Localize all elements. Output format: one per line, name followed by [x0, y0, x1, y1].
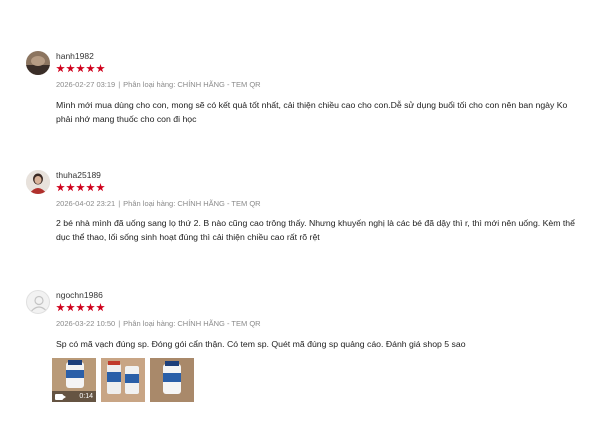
star-rating — [56, 183, 105, 192]
star-icon — [66, 303, 75, 312]
review-date: 2026-03-22 10:50 — [56, 319, 116, 328]
star-icon — [66, 183, 75, 192]
review-meta: 2026-02-27 03:19 | Phân loại hàng: CHÍNH H… — [56, 80, 261, 89]
star-rating — [56, 303, 105, 312]
avatar[interactable] — [26, 51, 50, 75]
review-media: 0:14 — [52, 358, 194, 402]
review-photo-thumbnail[interactable] — [150, 358, 194, 402]
variation-label: Phân loại hàng: CHÍNH HÃNG - TEM QR — [123, 80, 261, 89]
username[interactable]: hanh1982 — [56, 51, 94, 61]
review-video-thumbnail[interactable]: 0:14 — [52, 358, 96, 402]
review-date: 2026-02-27 03:19 — [56, 80, 116, 89]
star-icon — [66, 64, 75, 73]
username[interactable]: thuha25189 — [56, 170, 101, 180]
star-icon — [96, 303, 105, 312]
review-meta: 2026-04-02 23:21 | Phân loại hàng: CHÍNH H… — [56, 199, 261, 208]
star-icon — [56, 303, 65, 312]
review-content: Mình mới mua dùng cho con, mong sẽ có kế… — [56, 100, 568, 124]
default-avatar-icon[interactable] — [26, 290, 50, 314]
star-icon — [76, 303, 85, 312]
star-icon — [96, 183, 105, 192]
star-icon — [56, 183, 65, 192]
meta-separator: | — [118, 80, 121, 89]
video-duration: 0:14 — [79, 393, 93, 400]
video-badge: 0:14 — [52, 391, 96, 402]
star-rating — [56, 64, 105, 73]
star-icon — [76, 64, 85, 73]
username[interactable]: ngochn1986 — [56, 290, 103, 300]
variation-label: Phân loại hàng: CHÍNH HÃNG - TEM QR — [123, 319, 261, 328]
star-icon — [86, 183, 95, 192]
review-meta: 2026-03-22 10:50 | Phân loại hàng: CHÍNH H… — [56, 319, 261, 328]
meta-separator: | — [118, 199, 121, 208]
star-icon — [76, 183, 85, 192]
star-icon — [96, 64, 105, 73]
review-content: Sp có mã vạch đúng sp. Đóng gói cẩn thận… — [56, 339, 466, 349]
star-icon — [86, 64, 95, 73]
review-content: 2 bé nhà mình đã uống sang lọ thứ 2. B n… — [56, 218, 575, 242]
meta-separator: | — [118, 319, 121, 328]
video-camera-icon — [55, 393, 66, 400]
review-photo-thumbnail[interactable] — [101, 358, 145, 402]
variation-label: Phân loại hàng: CHÍNH HÃNG - TEM QR — [123, 199, 261, 208]
avatar[interactable] — [26, 170, 50, 194]
star-icon — [86, 303, 95, 312]
star-icon — [56, 64, 65, 73]
review-date: 2026-04-02 23:21 — [56, 199, 116, 208]
